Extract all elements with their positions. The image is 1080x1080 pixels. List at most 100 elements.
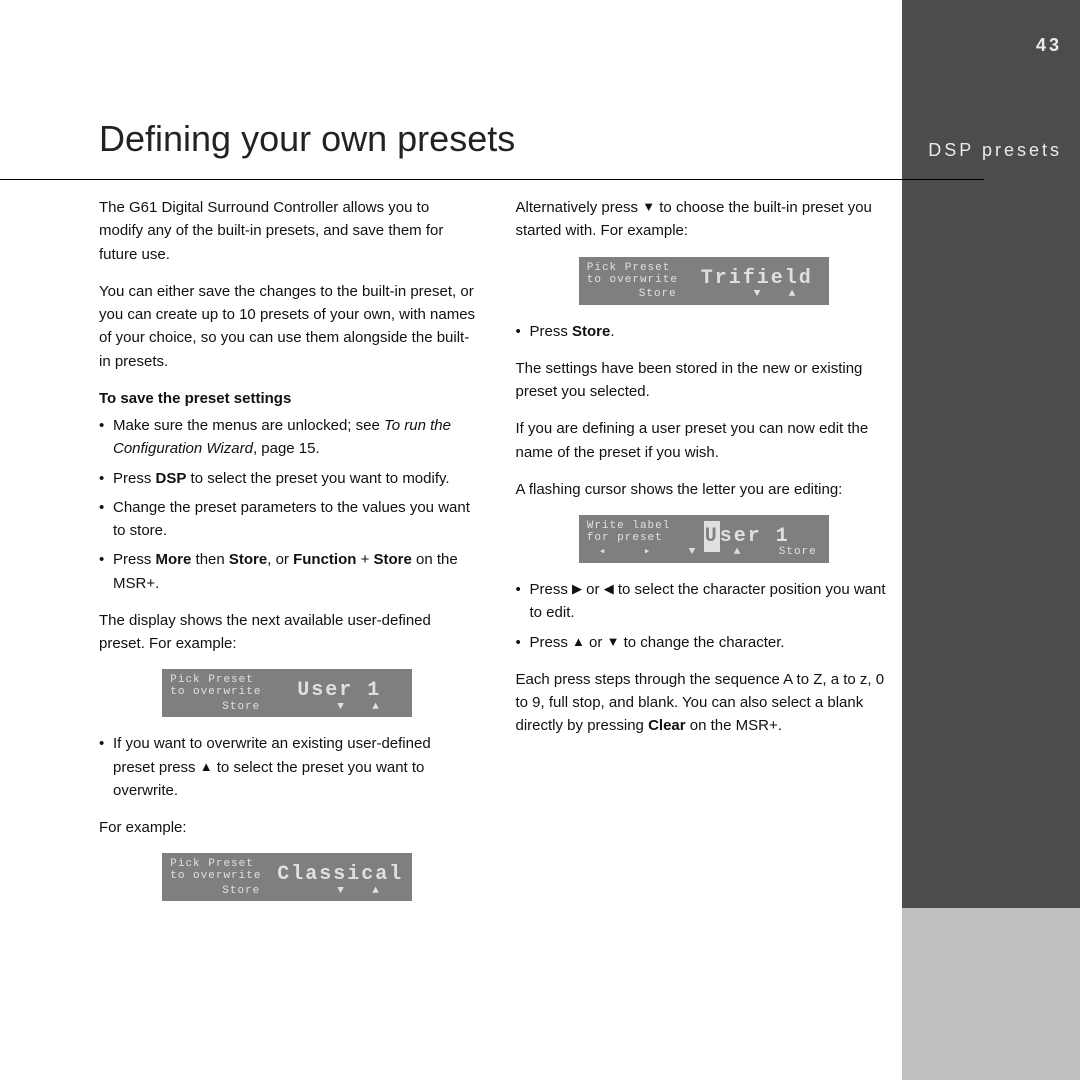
down-icon: ▼ [337,883,345,900]
lcd-softkeys: Store ▼ ▲ [579,288,829,302]
down-icon: ▼ [337,699,345,716]
sidebar-light [902,908,1080,1080]
lcd-prompt: Pick Preset to overwrite [587,262,678,286]
prev-icon: ◂ [599,544,607,561]
button-label: Store [374,551,412,568]
text: . [610,323,614,340]
two-column-layout: The G61 Digital Surround Controller allo… [99,196,892,916]
text: or [582,581,604,598]
text: on the MSR+. [686,717,782,734]
lcd-store-label: Store [639,286,677,303]
bullet-icon: • [99,732,113,802]
up-icon: ▲ [200,757,213,777]
up-icon: ▲ [572,632,585,652]
lcd-line1: Pick Preset [170,858,254,870]
text: Press [113,551,156,568]
paragraph: A flashing cursor shows the letter you a… [516,478,893,501]
paragraph: If you are defining a user preset you ca… [516,417,893,464]
bullet-item: • Change the preset parameters to the va… [99,496,476,543]
bullet-item: • If you want to overwrite an existing u… [99,732,476,802]
lcd-line1: Write label [587,520,671,532]
divider [0,179,984,180]
lcd-softkeys: ◂ ▸ ▼ ▲ Store [579,546,829,560]
intro-paragraph-1: The G61 Digital Surround Controller allo… [99,196,476,266]
bullet-item: • Press ▶ or ◀ to select the character p… [516,578,893,625]
paragraph: The settings have been stored in the new… [516,357,893,404]
lcd-prompt: Pick Preset to overwrite [170,858,261,882]
bullet-text: If you want to overwrite an existing use… [113,732,476,802]
up-icon: ▲ [789,286,797,303]
intro-paragraph-2: You can either save the changes to the b… [99,280,476,373]
text: Press [530,634,573,651]
lcd-line1: Pick Preset [170,674,254,686]
bullet-text: Press ▶ or ◀ to select the character pos… [530,578,893,625]
sidebar: 43 DSP presets [902,0,1080,1080]
page-number: 43 [902,35,1062,56]
up-icon: ▲ [734,544,742,561]
paragraph: Alternatively press ▼ to choose the buil… [516,196,893,243]
bullet-text: Press DSP to select the preset you want … [113,467,476,490]
lcd-store-label: Store [222,883,260,900]
bullet-text: Press More then Store, or Function + Sto… [113,548,476,595]
up-icon: ▲ [372,699,380,716]
sidebar-dark [902,0,1080,908]
left-icon: ◀ [604,579,614,599]
down-icon: ▼ [642,197,655,217]
page-title: Defining your own presets [99,118,515,160]
bullet-item: • Press DSP to select the preset you wan… [99,467,476,490]
lcd-line2: to overwrite [170,686,261,698]
bullet-item: • Make sure the menus are unlocked; see … [99,414,476,461]
button-label: Clear [648,717,686,734]
button-label: Store [572,323,610,340]
bullet-item: • Press More then Store, or Function + S… [99,548,476,595]
bullet-text: Press ▲ or ▼ to change the character. [530,631,893,654]
text: or [585,634,607,651]
bullet-item: • Press ▲ or ▼ to change the character. [516,631,893,654]
bullet-icon: • [99,548,113,595]
lcd-display-trifield: Pick Preset to overwrite Trifield Store … [579,257,829,305]
down-icon: ▼ [689,544,697,561]
lcd-line2: to overwrite [587,274,678,286]
lcd-prompt: Write label for preset [587,520,671,544]
bullet-text: Change the preset parameters to the valu… [113,496,476,543]
text: , or [267,551,293,568]
text: Press [530,581,573,598]
lcd-store-label: Store [222,699,260,716]
text: Press [530,323,573,340]
bullet-icon: • [516,320,530,343]
lcd-display-write-label: Write label for preset User 1 ◂ ▸ ▼ ▲ St… [579,515,829,563]
text: Alternatively press [516,199,643,216]
paragraph: The display shows the next available use… [99,609,476,656]
text: to change the character. [619,634,784,651]
bullet-icon: • [99,414,113,461]
bullet-icon: • [99,467,113,490]
down-icon: ▼ [754,286,762,303]
button-label: Function [293,551,356,568]
paragraph: Each press steps through the sequence A … [516,668,893,738]
text: Make sure the menus are unlocked; see [113,417,384,434]
lcd-display-user1: Pick Preset to overwrite User 1 Store ▼ … [162,669,412,717]
bullet-item: • Press Store. [516,320,893,343]
column-right: Alternatively press ▼ to choose the buil… [516,196,893,916]
right-icon: ▶ [572,579,582,599]
text: + [356,551,373,568]
text: , page 15. [253,440,320,457]
button-label: Store [229,551,267,568]
lcd-softkeys: Store ▼ ▲ [162,700,412,714]
lcd-softkeys: Store ▼ ▲ [162,884,412,898]
lcd-display-classical: Pick Preset to overwrite Classical Store… [162,853,412,901]
lcd-prompt: Pick Preset to overwrite [170,674,261,698]
manual-page: 43 DSP presets Defining your own presets… [0,0,1080,1080]
section-label: DSP presets [928,140,1062,161]
bullet-icon: • [99,496,113,543]
subheading-save-preset: To save the preset settings [99,387,476,410]
lcd-line1: Pick Preset [587,262,671,274]
main-content: Defining your own presets The G61 Digita… [82,0,902,1080]
lcd-store-label: Store [779,544,817,561]
column-left: The G61 Digital Surround Controller allo… [99,196,476,916]
down-icon: ▼ [607,632,620,652]
text: to select the preset you want to modify. [186,470,449,487]
text: then [191,551,229,568]
next-icon: ▸ [644,544,652,561]
lcd-line2: to overwrite [170,870,261,882]
